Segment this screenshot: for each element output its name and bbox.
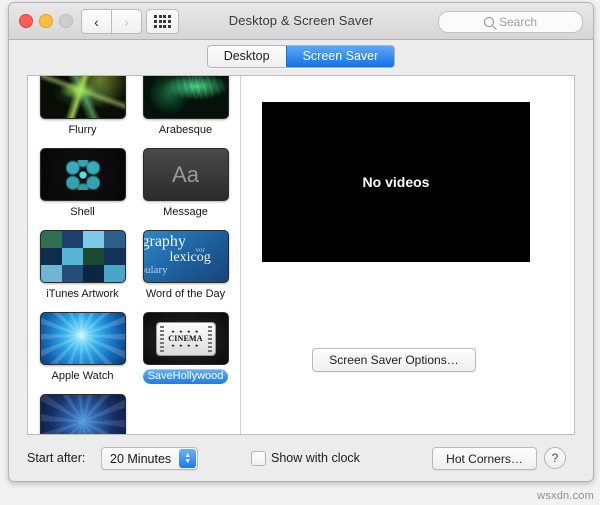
tab-screen-saver[interactable]: Screen Saver — [286, 46, 395, 67]
screensaver-item[interactable]: ★ ★ ★ ★CINEMA★ ★ ★ ★ SaveHollywood — [137, 312, 234, 384]
screensaver-item[interactable]: Aa Message — [137, 148, 234, 220]
screensaver-thumbnail: ★ ★ ★ ★CINEMA★ ★ ★ ★ — [143, 312, 229, 365]
album-tile — [62, 231, 83, 248]
screensaver-thumbnail — [40, 76, 126, 119]
screensaver-item[interactable]: Flurry — [34, 76, 131, 138]
screensaver-item[interactable]: iTunes Artwork — [34, 230, 131, 302]
screensaver-item[interactable]: Arabesque — [137, 76, 234, 138]
window-titlebar: ‹ › Desktop & Screen Saver Search — [9, 3, 593, 40]
wotd-word: vor — [196, 247, 205, 254]
album-tile — [83, 248, 104, 265]
ticket-stars-bottom: ★ ★ ★ ★ — [171, 343, 200, 348]
album-tile — [41, 265, 62, 282]
screensaver-label: iTunes Artwork — [41, 287, 123, 302]
message-glyph: Aa — [172, 164, 199, 186]
hot-corners-button[interactable]: Hot Corners… — [432, 447, 537, 470]
start-after-dropdown[interactable]: 20 Minutes ▲▼ — [101, 447, 198, 470]
search-placeholder: Search — [499, 15, 537, 29]
start-after-value: 20 Minutes — [110, 452, 171, 466]
help-button[interactable]: ? — [544, 447, 566, 469]
tab-group: Desktop Screen Saver — [207, 45, 396, 68]
screensaver-label: Arabesque — [154, 123, 217, 138]
album-tile — [104, 248, 125, 265]
album-tile — [62, 265, 83, 282]
screensaver-thumbnail: graphylexicogbularyvor — [143, 230, 229, 283]
chevron-updown-icon[interactable]: ▲▼ — [179, 449, 196, 468]
album-tile — [104, 265, 125, 282]
search-input[interactable]: Search — [438, 11, 583, 33]
content-panel: Flurry Arabesque Shell Aa Message iTunes Artw… — [27, 75, 575, 435]
album-tile — [62, 248, 83, 265]
album-tile — [104, 231, 125, 248]
screensaver-label: Word of the Day — [141, 287, 230, 302]
screensaver-thumbnail — [40, 312, 126, 365]
show-with-clock-label[interactable]: Show with clock — [271, 451, 360, 465]
screensaver-thumbnail — [40, 230, 126, 283]
screensaver-label: SaveHollywood — [143, 369, 229, 384]
tab-bar: Desktop Screen Saver — [9, 40, 593, 73]
show-with-clock-checkbox[interactable] — [251, 451, 266, 466]
album-tile — [83, 265, 104, 282]
screensaver-label: Shell — [65, 205, 99, 220]
screen-saver-options-button[interactable]: Screen Saver Options… — [312, 348, 476, 372]
preview-pane: No videos Screen Saver Options… — [241, 76, 574, 434]
ticket-word: CINEMA — [168, 334, 203, 343]
screensaver-label: Apple Watch — [47, 369, 119, 384]
screensaver-label: Flurry — [63, 123, 101, 138]
screensaver-thumbnail — [40, 394, 126, 434]
screensaver-item[interactable]: Shell — [34, 148, 131, 220]
album-tile — [83, 231, 104, 248]
screensaver-item[interactable]: Apple Watch — [34, 312, 131, 384]
screensaver-grid: Flurry Arabesque Shell Aa Message iTunes Artw… — [28, 76, 240, 434]
preview-message: No videos — [363, 174, 430, 190]
start-after-label: Start after: — [27, 451, 85, 465]
wotd-word: graphy — [143, 234, 186, 250]
screensaver-label: Message — [158, 205, 213, 220]
tab-desktop[interactable]: Desktop — [208, 46, 286, 67]
screensaver-item[interactable]: graphylexicogbularyvorWord of the Day — [137, 230, 234, 302]
bottom-toolbar: Start after: 20 Minutes ▲▼ Show with clo… — [9, 439, 593, 481]
screensaver-thumbnail — [40, 148, 126, 201]
album-tile — [41, 248, 62, 265]
wotd-word: bulary — [143, 265, 168, 276]
watermark: wsxdn.com — [537, 490, 594, 502]
screensaver-item[interactable]: Random — [34, 394, 131, 434]
screensaver-list-pane[interactable]: Flurry Arabesque Shell Aa Message iTunes Artw… — [28, 76, 241, 434]
search-icon — [484, 17, 494, 27]
screensaver-thumbnail: Aa — [143, 148, 229, 201]
screensaver-thumbnail — [143, 76, 229, 119]
album-tile — [41, 231, 62, 248]
system-preferences-window: ‹ › Desktop & Screen Saver Search Deskto… — [8, 2, 594, 482]
screensaver-preview[interactable]: No videos — [262, 102, 530, 262]
cinema-ticket-icon: ★ ★ ★ ★CINEMA★ ★ ★ ★ — [157, 323, 215, 355]
